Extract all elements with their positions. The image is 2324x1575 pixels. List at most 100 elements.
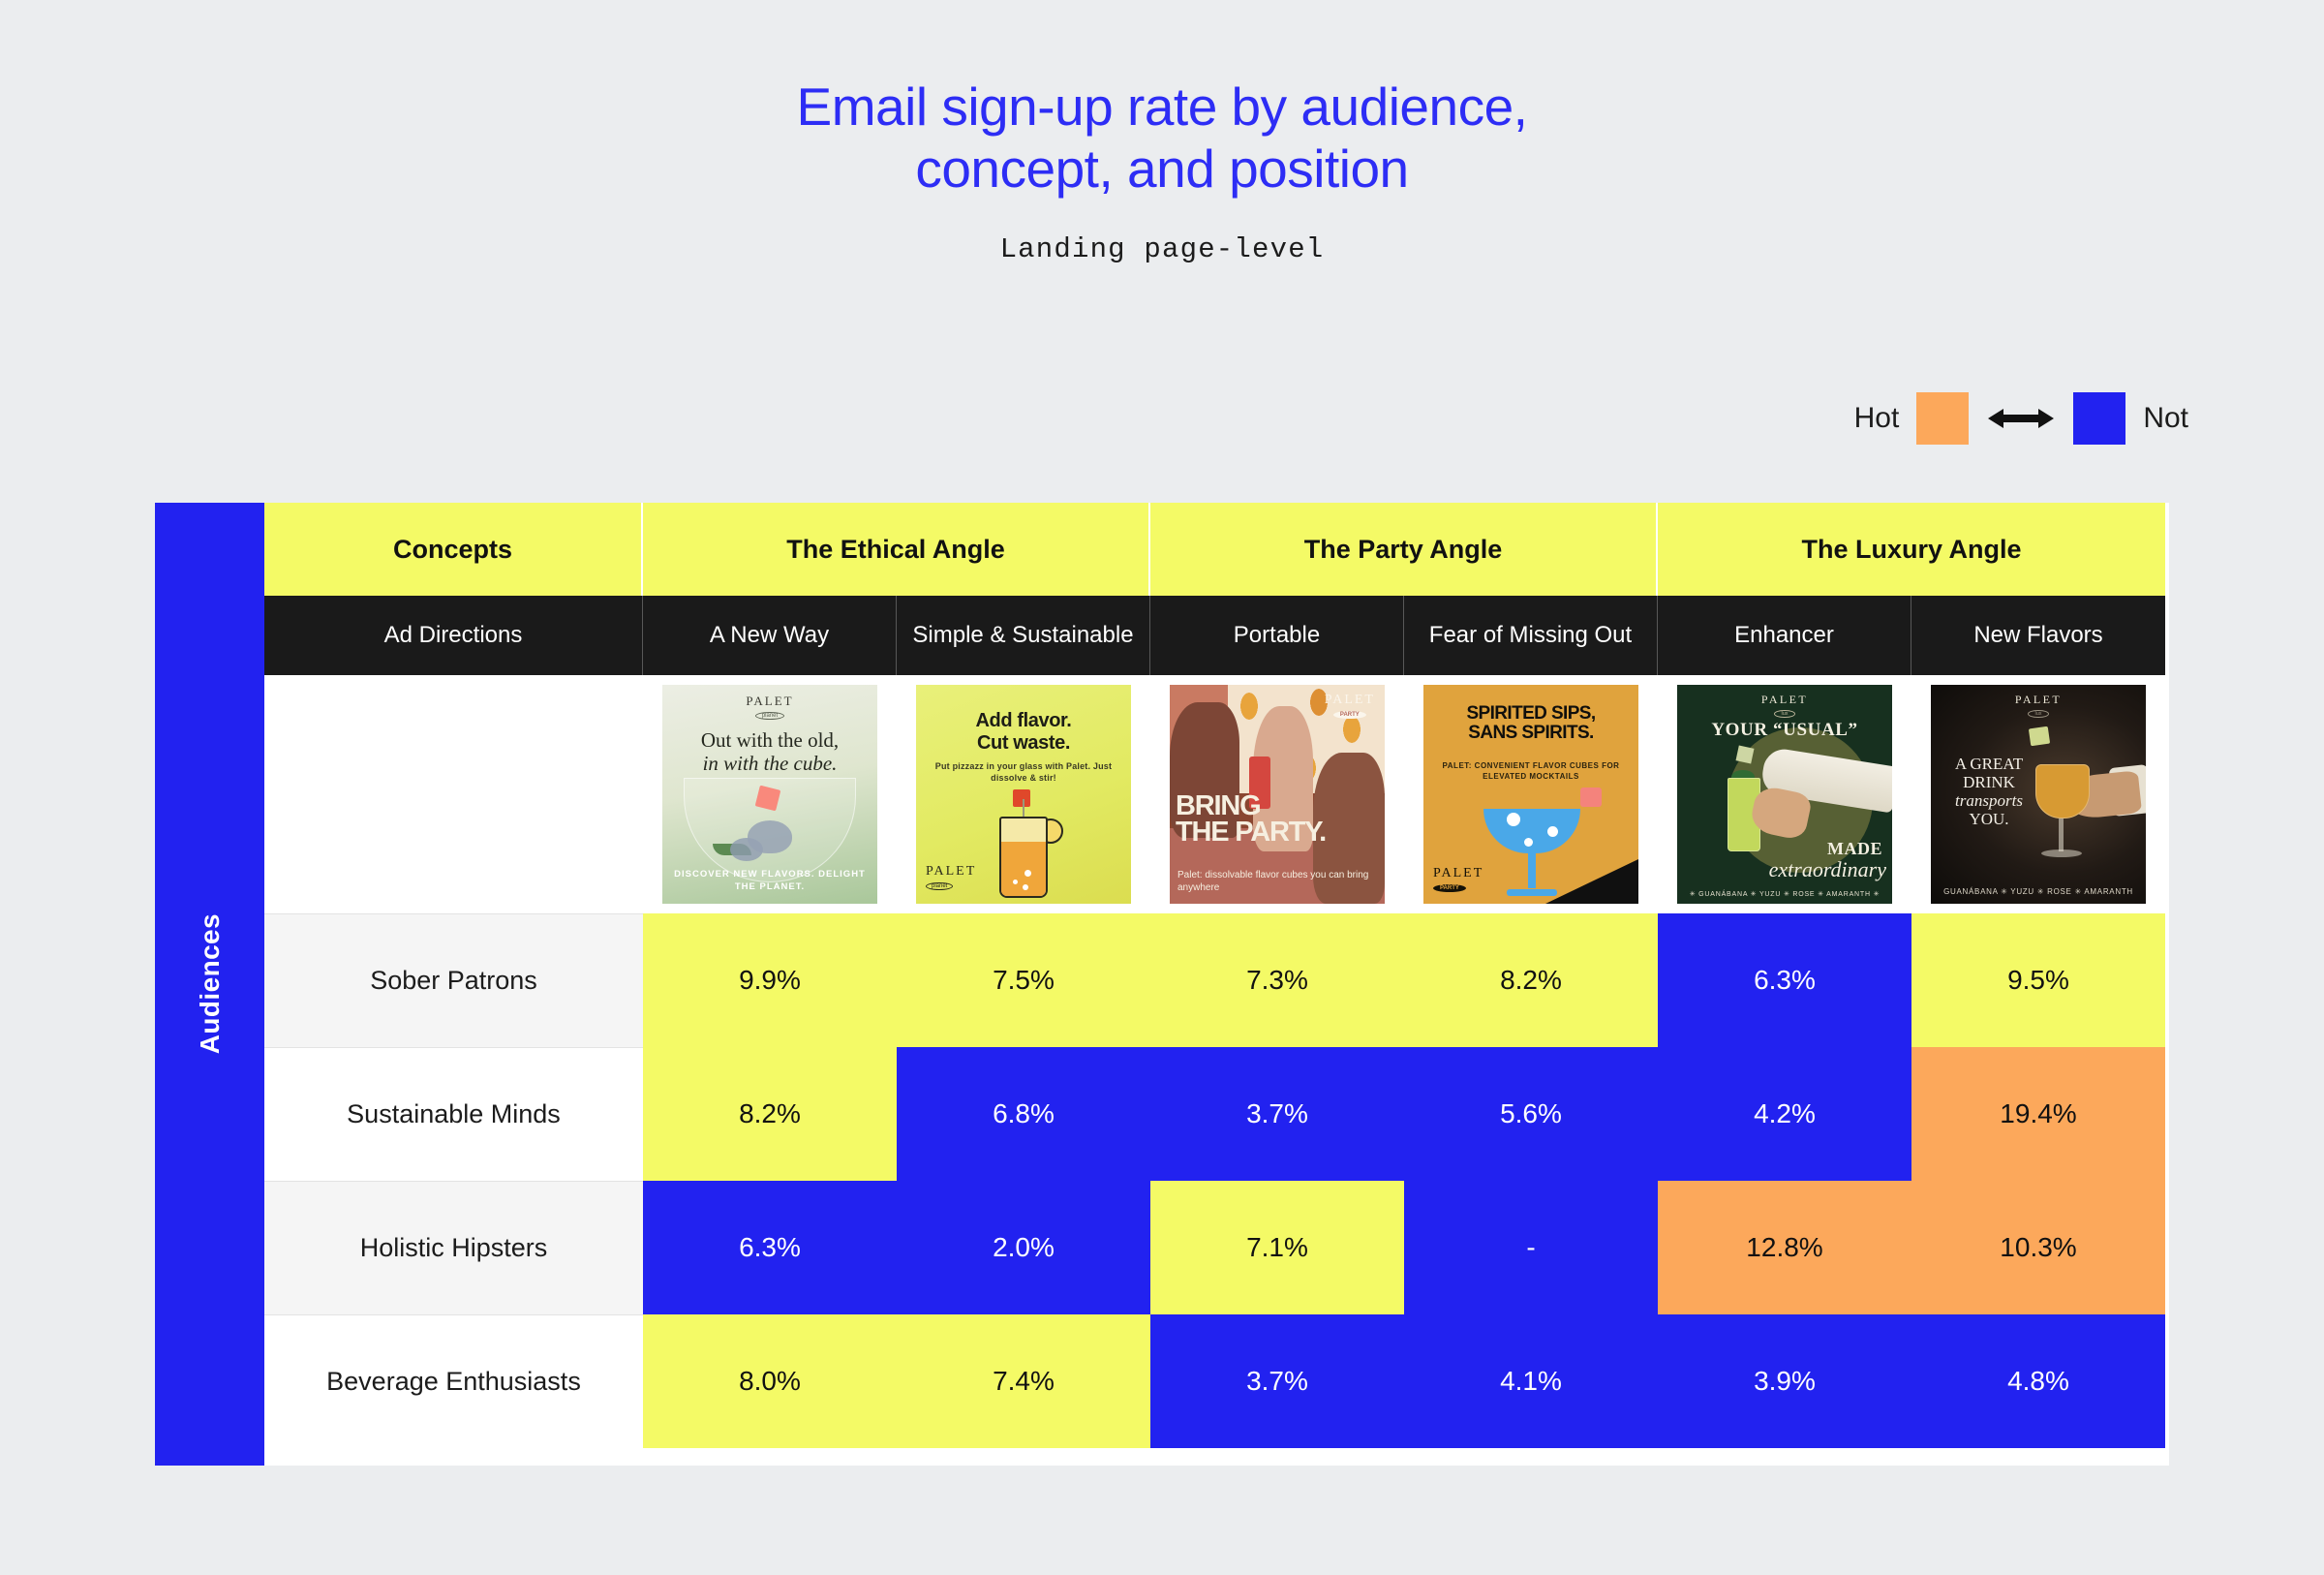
- palet-wordmark-5: PALET: [1760, 693, 1809, 706]
- bubble-3: [1023, 884, 1028, 890]
- ad-headline-5-italic: extraordinary: [1768, 857, 1886, 881]
- ad-headline-6-line3: YOU.: [1969, 810, 2009, 829]
- palet-wordmark-3: PALET: [1324, 693, 1375, 707]
- ad-headline-5-top: YOUR “USUAL”: [1711, 720, 1858, 740]
- palet-logo-4: PALET PARTY: [1433, 866, 1483, 892]
- cell-sober-patrons-enhancer[interactable]: 6.3%: [1658, 913, 1911, 1047]
- heatmap-page: Email sign-up rate by audience, concept,…: [0, 0, 2324, 1575]
- cell-beverage-enthusiasts-portable[interactable]: 3.7%: [1150, 1314, 1404, 1448]
- cell-beverage-enthusiasts-new-flavors[interactable]: 4.8%: [1911, 1314, 2165, 1448]
- cell-holistic-hipsters-new-flavors[interactable]: 10.3%: [1911, 1181, 2165, 1314]
- glass-stem: [2059, 818, 2064, 851]
- audiences-axis-label: Audiences: [155, 503, 264, 1466]
- cell-sustainable-minds-portable[interactable]: 3.7%: [1150, 1047, 1404, 1181]
- audience-label-holistic-hipsters: Holistic Hipsters: [264, 1181, 643, 1314]
- cell-sustainable-minds-a-new-way[interactable]: 8.2%: [643, 1047, 897, 1181]
- cell-sober-patrons-simple-sustainable[interactable]: 7.5%: [897, 913, 1150, 1047]
- cell-beverage-enthusiasts-simple-sustainable[interactable]: 7.4%: [897, 1314, 1150, 1448]
- cell-sober-patrons-fomo[interactable]: 8.2%: [1404, 913, 1658, 1047]
- cell-sustainable-minds-new-flavors[interactable]: 19.4%: [1911, 1047, 2165, 1181]
- ad-headline-3: BRING THE PARTY.: [1176, 790, 1381, 846]
- legend-hot-label: Hot: [1853, 402, 1900, 434]
- cell-sober-patrons-a-new-way[interactable]: 9.9%: [643, 913, 897, 1047]
- flavor-cube-icon: [1735, 745, 1755, 764]
- page-title-line2: concept, and position: [915, 139, 1409, 200]
- flavor-cube-icon: [2028, 726, 2051, 747]
- ad-headline-1: Out with the old, in with the cube.: [670, 728, 870, 775]
- audience-label-sustainable-minds: Sustainable Minds: [264, 1047, 643, 1181]
- glass-base: [1507, 889, 1557, 896]
- palet-subbrand-6: lux: [2028, 710, 2049, 718]
- flavor-cube-icon: [1013, 789, 1030, 807]
- page-subtitle: Landing page-level: [999, 232, 1325, 265]
- ad-headline-2-line1: Add flavor.: [975, 710, 1072, 731]
- ad-direction-portable: Portable: [1150, 596, 1404, 675]
- bubble-2: [1013, 880, 1018, 884]
- concept-header-row: Concepts The Ethical Angle The Party Ang…: [264, 503, 2169, 596]
- palet-wordmark-1: PALET: [746, 694, 794, 708]
- ad-headline-4-line2: SANS SPIRITS.: [1468, 722, 1594, 743]
- legend-not-swatch: [2073, 392, 2126, 445]
- table-row: Sober Patrons 9.9% 7.5% 7.3% 8.2% 6.3% 9…: [264, 913, 2169, 1047]
- ad-footer-5: ✳ GUANÁBANA ✳ YUZU ✳ ROSE ✳ AMARANTH ✳: [1689, 891, 1881, 898]
- palet-wordmark-6: PALET: [2014, 693, 2063, 706]
- bubble-2: [1547, 826, 1558, 837]
- flavor-cube-icon: [1580, 788, 1602, 807]
- ad-body-3: Palet: dissolvable flavor cubes you can …: [1177, 870, 1369, 893]
- glass-stem: [1528, 851, 1536, 888]
- ad-creative-new-flavors[interactable]: PALET lux A GREAT DRINK transports YOU.: [1911, 675, 2165, 913]
- cell-sober-patrons-portable[interactable]: 7.3%: [1150, 913, 1404, 1047]
- concept-group-ethical: The Ethical Angle: [643, 503, 1150, 596]
- coupe-glass-shape: [1483, 809, 1580, 853]
- glass-base: [2041, 849, 2082, 857]
- palet-logo-6: PALET lux: [1931, 693, 2146, 718]
- page-title-line1: Email sign-up rate by audience,: [796, 77, 1528, 137]
- cell-sustainable-minds-simple-sustainable[interactable]: 6.8%: [897, 1047, 1150, 1181]
- ad-footer-1: DISCOVER NEW FLAVORS. DELIGHT THE PLANET…: [674, 869, 866, 893]
- petal-shape-a: [748, 820, 792, 853]
- heatmap-grid: Concepts The Ethical Angle The Party Ang…: [264, 503, 2169, 1466]
- ad-creative-fear-of-missing-out[interactable]: SPIRITED SIPS, SANS SPIRITS. PALET: CONV…: [1404, 675, 1658, 913]
- ad-creative-row: PALET planet Out with the old, in with t…: [264, 675, 2169, 913]
- ad-headline-3-line1: BRING: [1176, 790, 1262, 821]
- page-header: Email sign-up rate by audience, concept,…: [0, 0, 2324, 265]
- cell-beverage-enthusiasts-fomo[interactable]: 4.1%: [1404, 1314, 1658, 1448]
- cell-holistic-hipsters-enhancer[interactable]: 12.8%: [1658, 1181, 1911, 1314]
- cell-sober-patrons-new-flavors[interactable]: 9.5%: [1911, 913, 2165, 1047]
- ad-creative-simple-sustainable[interactable]: Add flavor. Cut waste. Put pizzazz in yo…: [897, 675, 1150, 913]
- ad-headline-6-line1: A GREAT: [1954, 755, 2024, 773]
- table-row: Beverage Enthusiasts 8.0% 7.4% 3.7% 4.1%…: [264, 1314, 2169, 1448]
- ad-headline-1-line1: Out with the old,: [700, 728, 840, 752]
- audience-label-sober-patrons: Sober Patrons: [264, 913, 643, 1047]
- legend-not-label: Not: [2143, 402, 2188, 434]
- ad-footer-6: GUANÁBANA ✳ YUZU ✳ ROSE ✳ AMARANTH: [1943, 887, 2133, 896]
- palet-logo-2: PALET planet: [926, 864, 976, 890]
- ad-headline-4: SPIRITED SIPS, SANS SPIRITS.: [1431, 704, 1631, 743]
- audience-label-beverage-enthusiasts: Beverage Enthusiasts: [264, 1314, 643, 1448]
- cell-sustainable-minds-fomo[interactable]: 5.6%: [1404, 1047, 1658, 1181]
- cell-beverage-enthusiasts-a-new-way[interactable]: 8.0%: [643, 1314, 897, 1448]
- bubble-1: [1507, 813, 1520, 826]
- cell-holistic-hipsters-simple-sustainable[interactable]: 2.0%: [897, 1181, 1150, 1314]
- ad-thumbnail-3: PALET PARTY BRING THE PARTY. Palet: diss…: [1170, 685, 1385, 904]
- double-arrow-icon: [1988, 409, 2055, 428]
- ad-headline-4-line1: SPIRITED SIPS,: [1466, 703, 1596, 724]
- ad-creative-portable[interactable]: PALET PARTY BRING THE PARTY. Palet: diss…: [1150, 675, 1404, 913]
- ad-creative-spacer: [264, 675, 643, 913]
- wine-glass-bowl: [2035, 764, 2090, 818]
- cell-holistic-hipsters-fomo[interactable]: -: [1404, 1181, 1658, 1314]
- black-shard-shape: [1545, 859, 1638, 904]
- page-title: Email sign-up rate by audience, concept,…: [0, 76, 2324, 201]
- table-row: Holistic Hipsters 6.3% 2.0% 7.1% - 12.8%…: [264, 1181, 2169, 1314]
- legend-hot-swatch: [1916, 392, 1970, 445]
- cell-holistic-hipsters-a-new-way[interactable]: 6.3%: [643, 1181, 897, 1314]
- cell-holistic-hipsters-portable[interactable]: 7.1%: [1150, 1181, 1404, 1314]
- heatmap-table: Audiences Concepts The Ethical Angle The…: [155, 503, 2169, 1466]
- cell-beverage-enthusiasts-enhancer[interactable]: 3.9%: [1658, 1314, 1911, 1448]
- ad-headline-2-line2: Cut waste.: [976, 731, 1071, 754]
- ad-creative-enhancer[interactable]: PALET lux YOUR “USUAL” MADE extraordinar…: [1658, 675, 1911, 913]
- ad-thumbnail-6: PALET lux A GREAT DRINK transports YOU.: [1931, 685, 2146, 904]
- ad-creative-a-new-way[interactable]: PALET planet Out with the old, in with t…: [643, 675, 897, 913]
- cell-sustainable-minds-enhancer[interactable]: 4.2%: [1658, 1047, 1911, 1181]
- ad-direction-a-new-way: A New Way: [643, 596, 897, 675]
